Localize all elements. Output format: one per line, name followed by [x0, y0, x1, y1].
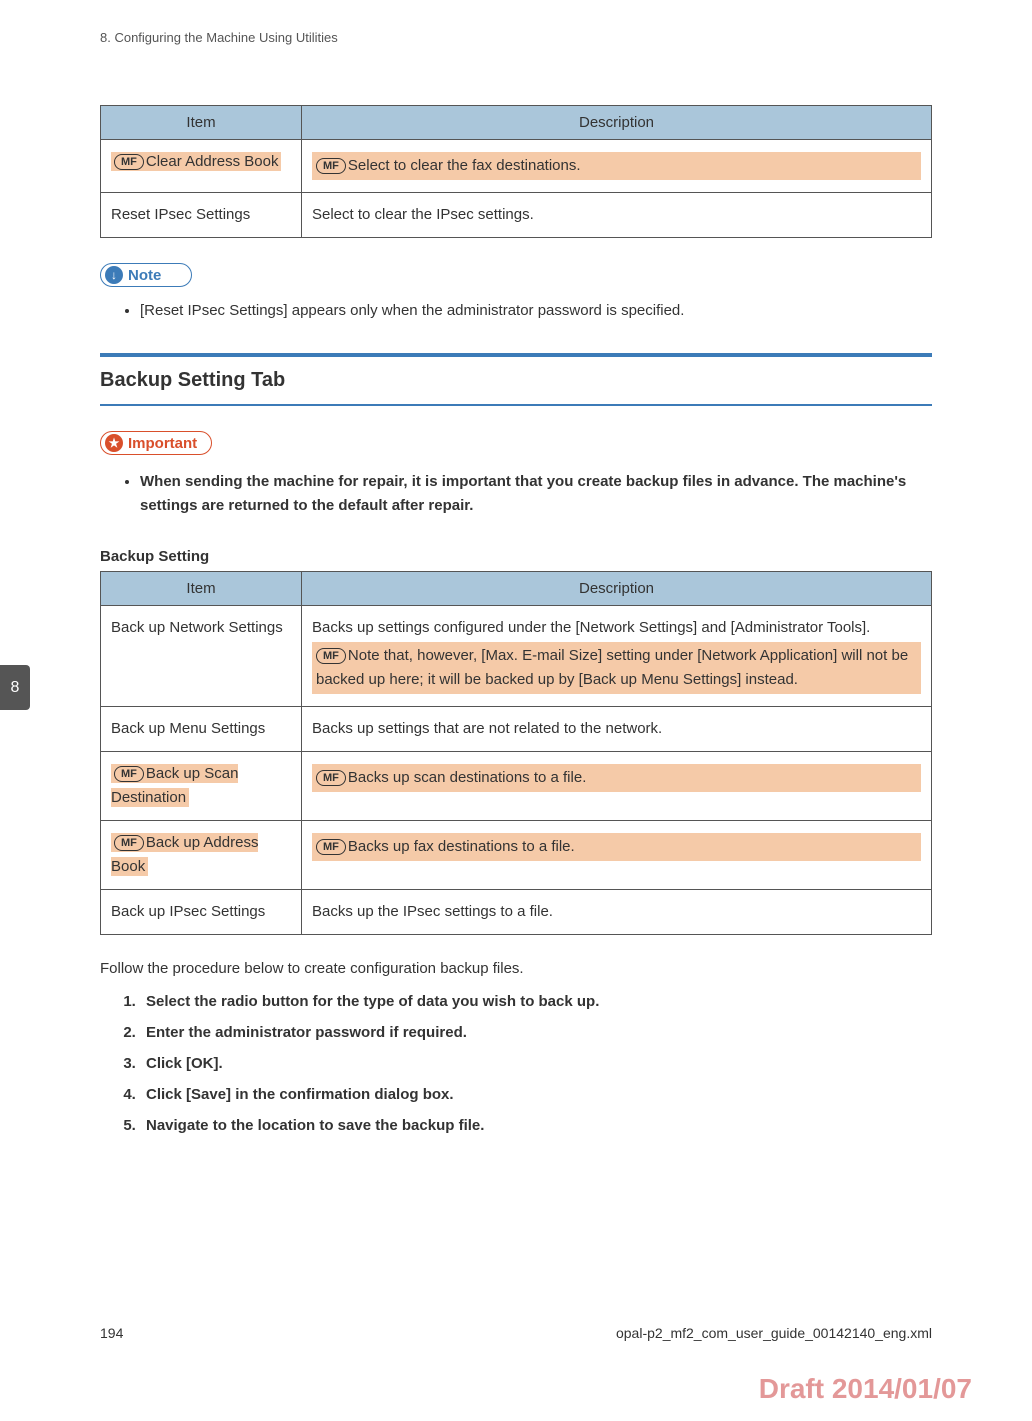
table2-header-item: Item: [101, 572, 302, 606]
table2-row4-item: Back up IPsec Settings: [101, 890, 302, 935]
note-item: [Reset IPsec Settings] appears only when…: [140, 299, 932, 323]
steps-list: Select the radio button for the type of …: [100, 993, 932, 1134]
step-item: Enter the administrator password if requ…: [140, 1024, 932, 1041]
note-label-text: Note: [128, 267, 161, 284]
table2-row3-desc: Backs up fax destinations to a file.: [348, 838, 575, 855]
table1-header-item: Item: [101, 106, 302, 140]
table2-header-desc: Description: [302, 572, 932, 606]
table1-row1-desc: Select to clear the IPsec settings.: [302, 193, 932, 238]
table-row: Back up Network Settings Backs up settin…: [101, 606, 932, 707]
chapter-tab: 8: [0, 665, 30, 710]
page-number: 194: [100, 1325, 123, 1341]
mf-badge-icon: MF: [316, 158, 346, 174]
table-row: MFBack up Scan Destination MFBacks up sc…: [101, 752, 932, 821]
note-label: ↓ Note: [100, 263, 192, 287]
table2-row0-item: Back up Network Settings: [101, 606, 302, 707]
sub-heading: Backup Setting: [100, 548, 932, 565]
table-row: Reset IPsec Settings Select to clear the…: [101, 193, 932, 238]
draft-watermark: Draft 2014/01/07: [759, 1373, 972, 1405]
settings-table-2: Item Description Back up Network Setting…: [100, 571, 932, 935]
important-label: ★ Important: [100, 431, 212, 455]
mf-badge-icon: MF: [316, 770, 346, 786]
step-item: Select the radio button for the type of …: [140, 993, 932, 1010]
table1-header-desc: Description: [302, 106, 932, 140]
note-list: [Reset IPsec Settings] appears only when…: [100, 299, 932, 323]
mf-badge-icon: MF: [316, 839, 346, 855]
page-footer: 194 opal-p2_mf2_com_user_guide_00142140_…: [100, 1325, 932, 1341]
important-label-text: Important: [128, 435, 197, 452]
mf-badge-icon: MF: [114, 835, 144, 851]
down-arrow-icon: ↓: [105, 266, 123, 284]
table2-row1-desc: Backs up settings that are not related t…: [302, 707, 932, 752]
settings-table-1: Item Description MFClear Address Book MF…: [100, 105, 932, 238]
important-list: When sending the machine for repair, it …: [100, 470, 932, 518]
table-row: Back up IPsec Settings Backs up the IPse…: [101, 890, 932, 935]
step-item: Click [OK].: [140, 1055, 932, 1072]
table-row: MFClear Address Book MFSelect to clear t…: [101, 140, 932, 193]
table2-row0-desc-plain: Backs up settings configured under the […: [312, 616, 921, 640]
important-item: When sending the machine for repair, it …: [140, 470, 932, 518]
table1-row1-item: Reset IPsec Settings: [101, 193, 302, 238]
table2-row0-desc-mf: Note that, however, [Max. E-mail Size] s…: [316, 647, 908, 688]
step-item: Click [Save] in the confirmation dialog …: [140, 1086, 932, 1103]
table1-row0-item: Clear Address Book: [146, 153, 279, 170]
table2-row1-item: Back up Menu Settings: [101, 707, 302, 752]
table-row: MFBack up Address Book MFBacks up fax de…: [101, 821, 932, 890]
section-heading: Backup Setting Tab: [100, 353, 932, 406]
body-text: Follow the procedure below to create con…: [100, 960, 932, 977]
mf-badge-icon: MF: [114, 154, 144, 170]
source-filename: opal-p2_mf2_com_user_guide_00142140_eng.…: [616, 1325, 932, 1341]
mf-badge-icon: MF: [316, 648, 346, 664]
page-header: 8. Configuring the Machine Using Utiliti…: [100, 30, 932, 45]
table-row: Back up Menu Settings Backs up settings …: [101, 707, 932, 752]
table2-row2-desc: Backs up scan destinations to a file.: [348, 769, 586, 786]
step-item: Navigate to the location to save the bac…: [140, 1117, 932, 1134]
table2-row4-desc: Backs up the IPsec settings to a file.: [302, 890, 932, 935]
table1-row0-desc: Select to clear the fax destinations.: [348, 157, 581, 174]
mf-badge-icon: MF: [114, 766, 144, 782]
star-icon: ★: [105, 434, 123, 452]
